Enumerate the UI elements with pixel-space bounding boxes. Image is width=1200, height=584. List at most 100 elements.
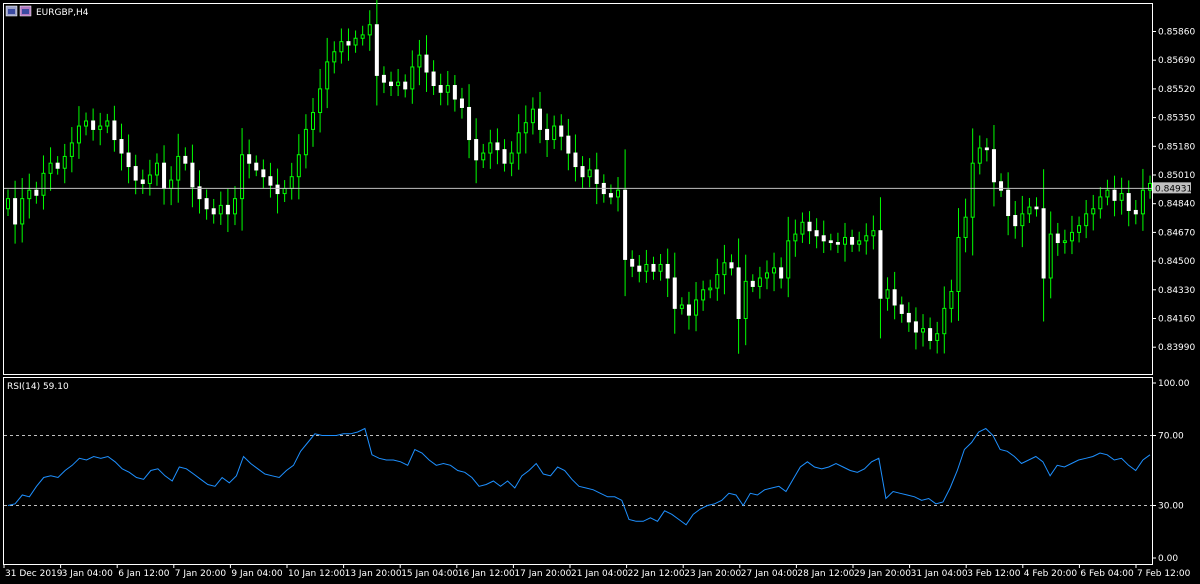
candle-up (76, 125, 81, 144)
current-price-readout: 0.84931 (1153, 182, 1192, 194)
candle-up (679, 304, 684, 309)
time-tick-label: 23 Jan 20:00 (684, 569, 741, 579)
candle-down (1126, 193, 1131, 211)
candle-down (1133, 209, 1138, 215)
candle-up (303, 128, 308, 156)
candle-down (495, 142, 500, 151)
candle-down (126, 152, 131, 168)
restore-icon-inner (22, 9, 29, 14)
trading-chart[interactable]: EURGBP,H4 RSI(14) 59.10 0.85860 0.85690 0.… (0, 0, 1200, 584)
candle-down (183, 155, 188, 164)
candle-down (573, 152, 578, 168)
time-tick-label: 15 Jan 04:00 (401, 569, 458, 579)
time-tick-label: 31 Jan 04:00 (911, 569, 968, 579)
time-tick-label: 28 Jan 12:00 (797, 569, 854, 579)
time-tick-label: 4 Feb 20:00 (1024, 569, 1078, 579)
candle-up (218, 204, 223, 215)
candle-down (630, 258, 635, 267)
price-tick-label: 0.84330 (1158, 286, 1195, 296)
time-tick-label: 6 Jan 12:00 (118, 569, 170, 579)
candle-down (736, 267, 741, 319)
candle-down (814, 230, 819, 237)
candle-up (417, 54, 422, 68)
candle-up (332, 51, 337, 63)
candle-down (878, 230, 883, 299)
candle-down (190, 162, 195, 188)
candle-up (885, 289, 890, 299)
candle-down (1055, 233, 1060, 244)
candle-up (708, 287, 713, 291)
candle-down (55, 162, 60, 169)
candle-up (48, 162, 53, 174)
candle-down (275, 184, 280, 195)
candle-down (984, 147, 989, 151)
price-tick-label: 0.84160 (1158, 315, 1195, 325)
price-tick-label: 0.84500 (1158, 257, 1195, 267)
candle-down (559, 125, 564, 137)
chart-title: EURGBP,H4 (36, 8, 89, 18)
candle-up (1105, 189, 1110, 198)
candle-up (552, 125, 557, 141)
candle-up (616, 189, 621, 198)
candle-up (169, 179, 174, 190)
candle-down (594, 169, 599, 184)
candle-down (835, 242, 840, 245)
candle-up (772, 267, 777, 274)
price-tick-label: 0.85010 (1158, 171, 1195, 181)
candle-up (481, 152, 486, 161)
candle-down (892, 289, 897, 306)
candle-up (289, 176, 294, 190)
candle-up (956, 236, 961, 292)
candle-up (793, 233, 798, 242)
candle-down (162, 162, 167, 190)
candle-up (69, 142, 74, 157)
window-icon-inner (8, 9, 15, 14)
candle-down (389, 81, 394, 87)
candle-down (928, 328, 933, 341)
candle-up (105, 120, 110, 127)
candle-up (1069, 231, 1074, 242)
candle-down (672, 277, 677, 309)
candle-down (459, 98, 464, 108)
price-tick-label: 0.84670 (1158, 228, 1195, 238)
candle-up (644, 263, 649, 272)
candle-up (360, 34, 365, 39)
candle-up (935, 333, 940, 341)
candle-up (1148, 182, 1152, 191)
candle-down (537, 108, 542, 130)
candle-down (1006, 189, 1011, 217)
candle-down (91, 120, 96, 130)
candle-down (608, 193, 613, 198)
candle-up (1140, 189, 1145, 215)
candle-up (488, 142, 493, 154)
candle-up (523, 122, 528, 134)
time-tick-label: 7 Feb 12:00 (1137, 569, 1191, 579)
candle-down (1112, 189, 1117, 201)
candle-down (346, 41, 351, 46)
time-tick-label: 3 Feb 12:00 (967, 569, 1021, 579)
candle-up (396, 81, 401, 87)
candle-down (665, 263, 670, 279)
candle-up (98, 125, 103, 130)
candle-down (431, 71, 436, 87)
candle-down (828, 240, 833, 244)
candle-up (232, 198, 237, 215)
candle-up (154, 162, 159, 176)
candle-up (1091, 208, 1096, 215)
candle-down (254, 162, 259, 171)
time-tick-label: 7 Jan 20:00 (175, 569, 227, 579)
candle-down (381, 74, 386, 83)
candle-up (62, 155, 67, 169)
candle-down (438, 85, 443, 93)
candle-up (41, 172, 46, 196)
candle-down (779, 267, 784, 279)
candle-down (452, 85, 457, 100)
candle-up (949, 290, 954, 309)
rsi-tick-label: 0.00 (1158, 554, 1178, 564)
candle-down (467, 106, 472, 141)
candle-up (786, 240, 791, 279)
time-tick-label: 16 Jan 12:00 (458, 569, 515, 579)
candle-up (311, 112, 316, 130)
candle-down (651, 263, 656, 272)
candle-up (871, 230, 876, 237)
